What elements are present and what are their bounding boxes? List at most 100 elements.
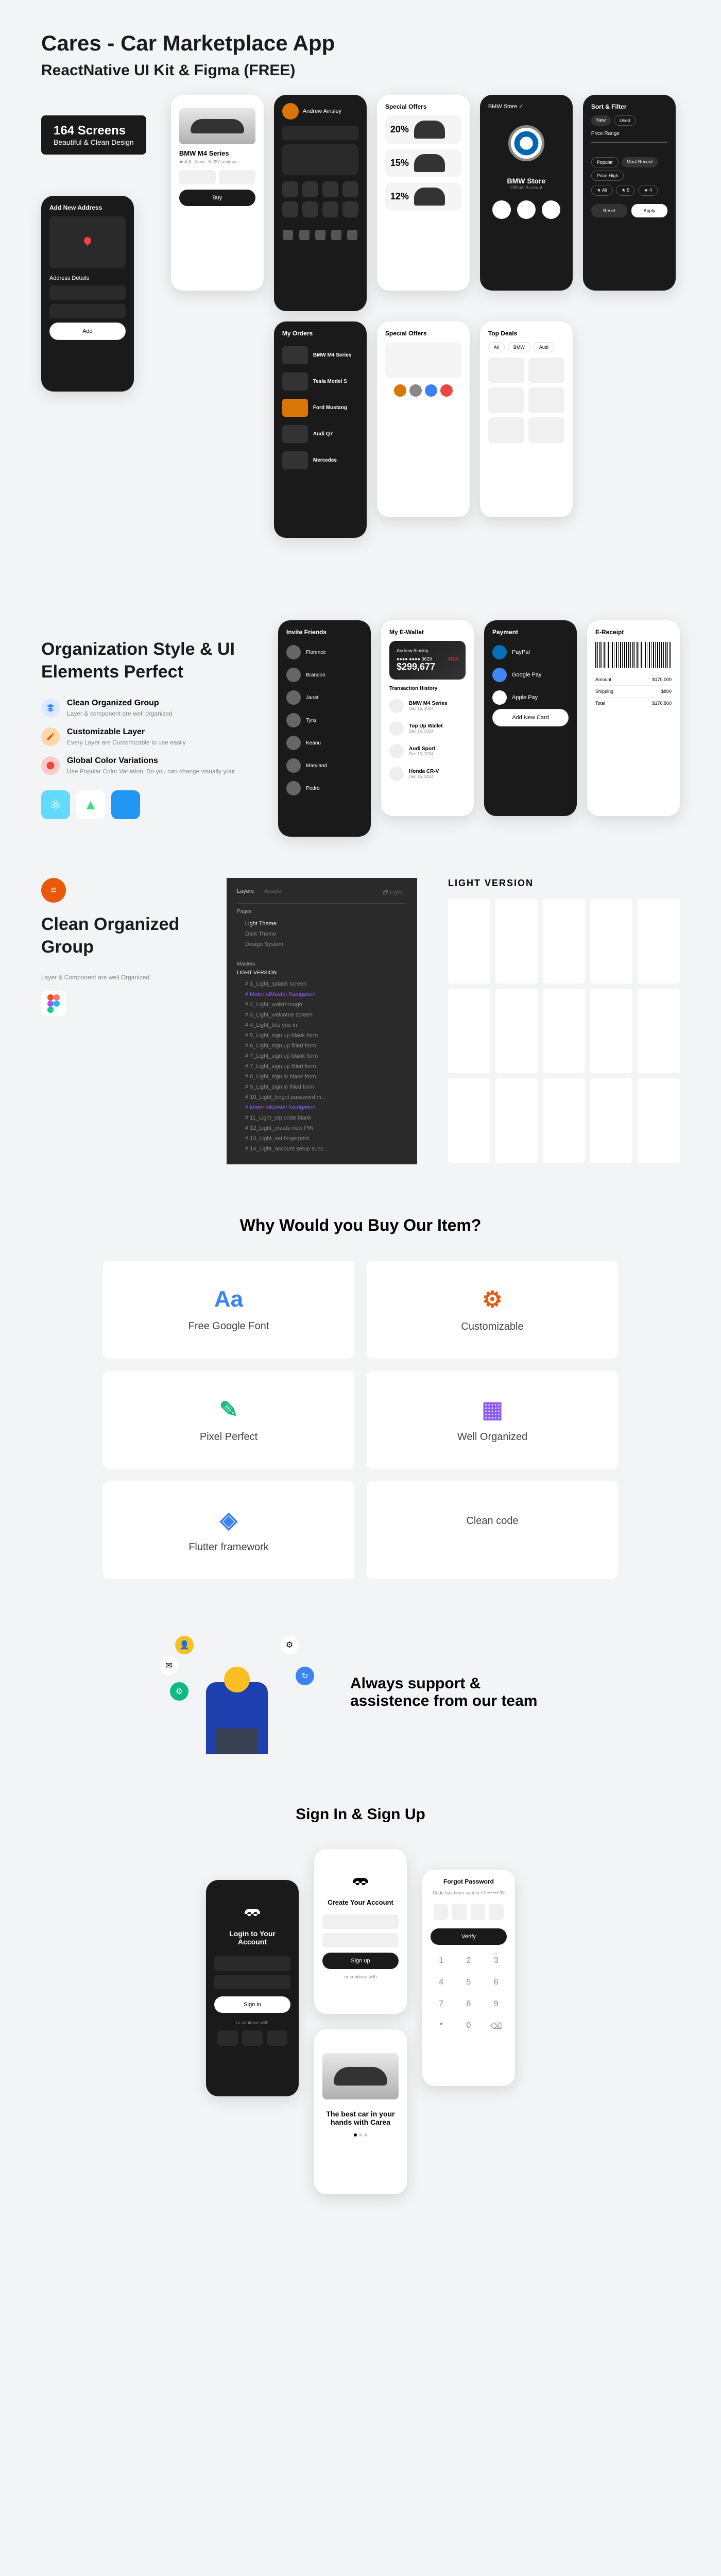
category-icon[interactable] (322, 201, 338, 217)
layer-item[interactable]: # 13_Light_set fingerprint (237, 1133, 407, 1144)
category-icon[interactable] (282, 181, 298, 197)
brand-pill[interactable]: All (488, 342, 505, 352)
payment-method[interactable]: Google Pay (492, 664, 569, 686)
apply-button[interactable]: Apply (631, 204, 667, 217)
action-button[interactable] (542, 200, 560, 219)
keypad-key[interactable]: 0 (458, 2018, 479, 2035)
contact-item[interactable]: Pedro (286, 777, 363, 800)
action-button[interactable] (517, 200, 536, 219)
transaction-item[interactable]: BMW M4 SeriesDec 15, 2024 (389, 694, 466, 717)
contact-item[interactable]: Brandon (286, 664, 363, 686)
order-item[interactable]: Mercedes (282, 447, 358, 473)
reviewer-avatar[interactable] (440, 384, 453, 397)
layer-item[interactable]: # 5_Light_sign up blank form (237, 1030, 407, 1041)
layer-item[interactable]: # 10_Light_forgot password m... (237, 1092, 407, 1103)
filter-pill[interactable]: Used (614, 115, 636, 126)
transaction-item[interactable]: Audi SportDec 15, 2024 (389, 740, 466, 762)
email-input[interactable] (214, 1956, 290, 1971)
layer-item[interactable]: # 3_Light_welcome screen (237, 1010, 407, 1020)
layer-item[interactable]: # 7_Light_sign up blank form (237, 1051, 407, 1061)
reset-button[interactable]: Reset (591, 204, 627, 217)
password-input[interactable] (322, 1933, 399, 1947)
reviewer-avatar[interactable] (394, 384, 406, 397)
brand-pill[interactable]: Audi (534, 342, 554, 352)
layers-tab[interactable]: Layers (237, 888, 254, 898)
payment-method[interactable]: Apple Pay (492, 686, 569, 709)
keypad-key[interactable]: 3 (486, 1953, 507, 1969)
contact-item[interactable]: Keanu (286, 732, 363, 754)
category-icon[interactable] (302, 201, 318, 217)
reviewer-avatar[interactable] (425, 384, 437, 397)
order-item[interactable]: Ford Mustang (282, 395, 358, 421)
apple-button[interactable] (267, 2030, 287, 2046)
layer-item[interactable]: # MaterialMaster.Navigation (237, 989, 407, 999)
otp-input[interactable] (489, 1904, 504, 1920)
layer-item[interactable]: # 8_Light_sign in blank form (237, 1072, 407, 1082)
layer-item[interactable]: # 6_Light_sign up filled form (237, 1041, 407, 1051)
keypad-key[interactable]: 2 (458, 1953, 479, 1969)
email-input[interactable] (322, 1914, 399, 1929)
verify-button[interactable]: Verify (431, 1928, 507, 1945)
action-button[interactable] (492, 200, 511, 219)
sort-pill[interactable]: Popular (591, 157, 619, 167)
page-item[interactable]: Dark Theme (237, 929, 407, 939)
signin-button[interactable]: Sign in (214, 1996, 290, 2013)
avatar[interactable] (282, 103, 299, 120)
tab-home-icon[interactable] (283, 230, 293, 240)
add-card-button[interactable]: Add New Card (492, 709, 569, 726)
filter-pill[interactable]: New (591, 115, 611, 126)
offer-card[interactable]: 12% (385, 182, 461, 211)
tab-wallet-icon[interactable] (331, 230, 341, 240)
layer-item[interactable]: # 9_Light_sign in filled form (237, 1082, 407, 1092)
signup-button[interactable]: Sign up (322, 1953, 399, 1969)
order-item[interactable]: Audi Q7 (282, 421, 358, 447)
sort-pill[interactable]: Most Recent (622, 157, 658, 167)
password-input[interactable] (214, 1975, 290, 1989)
keypad-key[interactable]: * (431, 2018, 452, 2035)
google-button[interactable] (242, 2030, 263, 2046)
otp-input[interactable] (452, 1904, 467, 1920)
keypad-key[interactable]: 8 (458, 1996, 479, 2012)
layer-item[interactable]: # 11_Light_otp code blank (237, 1113, 407, 1123)
rating-pill[interactable]: ★ 5 (616, 185, 636, 196)
tab-orders-icon[interactable] (299, 230, 310, 240)
transaction-item[interactable]: Honda CR-VDec 15, 2024 (389, 762, 466, 785)
keypad-key[interactable]: 7 (431, 1996, 452, 2012)
offer-card[interactable]: 15% (385, 149, 461, 177)
contact-item[interactable]: Janet (286, 686, 363, 709)
transaction-item[interactable]: Top Up WalletDec 14, 2024 (389, 717, 466, 740)
add-button[interactable]: Add (49, 323, 126, 340)
layer-item[interactable]: # 4_Light_lets you in (237, 1020, 407, 1030)
layer-item[interactable]: # 7_Light_sign up filled form (237, 1061, 407, 1072)
page-item[interactable]: Design System (237, 939, 407, 950)
rating-pill[interactable]: ★ All (591, 185, 613, 196)
tab-profile-icon[interactable] (347, 230, 357, 240)
keypad-key[interactable]: 5 (458, 1975, 479, 1990)
order-item[interactable]: Tesla Model S (282, 368, 358, 395)
keypad-delete[interactable]: ⌫ (486, 2018, 507, 2035)
layer-item[interactable]: # 14_Light_account setup succ... (237, 1144, 407, 1154)
buy-button[interactable]: Buy (179, 190, 255, 206)
rating-pill[interactable]: ★ 4 (638, 185, 658, 196)
assets-tab[interactable]: Assets (264, 888, 281, 898)
payment-method[interactable]: PayPal (492, 641, 569, 664)
keypad-key[interactable]: 4 (431, 1975, 452, 1990)
layer-item[interactable]: # 12_Light_create new PIN (237, 1123, 407, 1133)
facebook-button[interactable] (217, 2030, 238, 2046)
tab-inbox-icon[interactable] (315, 230, 325, 240)
otp-input[interactable] (471, 1904, 485, 1920)
keypad-key[interactable]: 9 (486, 1996, 507, 2012)
offer-card[interactable]: 20% (385, 115, 461, 144)
keypad-key[interactable]: 1 (431, 1953, 452, 1969)
layer-item[interactable]: # 2_Light_walkthrough (237, 999, 407, 1010)
order-item[interactable]: BMW M4 Series (282, 342, 358, 368)
category-icon[interactable] (342, 201, 358, 217)
category-icon[interactable] (322, 181, 338, 197)
layer-item[interactable]: # 1_Light_splash screen (237, 979, 407, 989)
page-item[interactable]: Light Theme (237, 919, 407, 929)
category-icon[interactable] (282, 201, 298, 217)
otp-input[interactable] (434, 1904, 448, 1920)
contact-item[interactable]: Florence (286, 641, 363, 664)
contact-item[interactable]: Maryland (286, 754, 363, 777)
sort-pill[interactable]: Price High (591, 171, 624, 181)
